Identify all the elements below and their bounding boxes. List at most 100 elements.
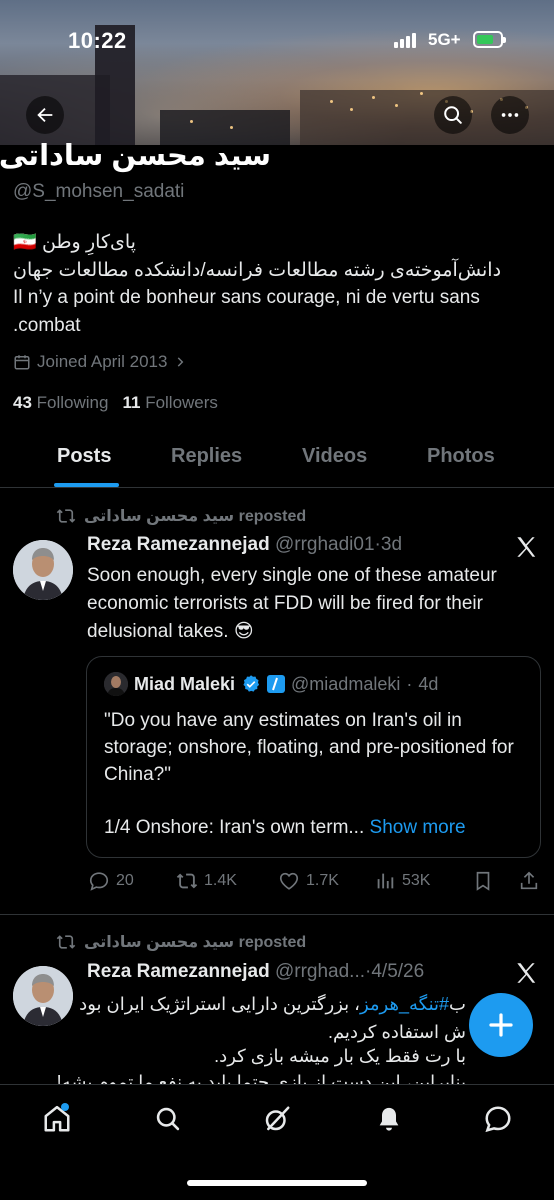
repost-indicator[interactable]: سید محسن ساداتی reposted xyxy=(56,506,306,526)
quote-preview-text: 1/4 Onshore: Iran's own term... xyxy=(104,817,365,838)
bio-line: Il n’y a point de bonheur sans courage, … xyxy=(13,287,480,308)
profile-tabs: Posts Replies Videos Photos xyxy=(0,430,554,488)
reply-button[interactable]: 20 xyxy=(88,870,134,892)
bio-line: 🇮🇷 پای‌کارِ وطن xyxy=(13,230,136,254)
heart-icon xyxy=(279,872,299,890)
repost-label: سید محسن ساداتی reposted xyxy=(84,934,307,951)
plus-icon xyxy=(489,1013,513,1037)
post-actions: 20 1.4K 1.7K 53K xyxy=(88,870,540,898)
joined-label: Joined April 2013 xyxy=(37,352,168,371)
grok-button[interactable] xyxy=(513,960,539,991)
views-button[interactable]: 53K xyxy=(374,870,430,892)
bio-line: دانش‌آموخته‌ی رشته مطالعات فرانسه/دانشکد… xyxy=(13,260,502,281)
arrow-left-icon xyxy=(37,107,53,123)
affiliate-badge-icon xyxy=(267,675,286,693)
repost-label: سید محسن ساداتی reposted xyxy=(84,508,307,525)
view-count: 53K xyxy=(402,872,431,889)
separator: · xyxy=(406,673,413,694)
nav-home[interactable] xyxy=(37,1099,77,1139)
avatar[interactable] xyxy=(13,540,73,600)
post-text: Soon enough, every single one of these a… xyxy=(87,562,497,646)
more-button[interactable] xyxy=(491,96,529,134)
search-button[interactable] xyxy=(434,96,472,134)
views-icon xyxy=(377,873,394,889)
quote-preview: 1/4 Onshore: Iran's own term... Show mor… xyxy=(104,817,466,839)
avatar[interactable] xyxy=(13,966,73,1026)
battery-icon xyxy=(473,31,506,48)
quote-avatar[interactable] xyxy=(104,672,128,696)
followers-label: Followers xyxy=(145,393,218,412)
author-handle: @rrghad... xyxy=(274,961,366,982)
author-name: Reza Ramezannejad xyxy=(87,961,270,982)
calendar-icon xyxy=(14,355,30,370)
quote-time: 4d xyxy=(418,673,439,694)
post-text-line: economic terrorists at FDD will be fired… xyxy=(87,593,483,614)
post-text-line: با رت فقط یک بار میشه بازی کرد. xyxy=(214,1046,466,1066)
quote-author-handle: @miadmaleki xyxy=(291,673,401,694)
grok-icon xyxy=(265,1106,290,1131)
following-count: 43 xyxy=(13,393,32,412)
quote-author: Miad Maleki @miadmaleki · 4d xyxy=(104,672,438,696)
following-link[interactable]: 43 Following xyxy=(13,393,108,413)
signal-icon xyxy=(394,33,416,48)
more-dots-icon xyxy=(501,113,519,117)
search-icon xyxy=(156,1107,180,1131)
post-time: 4/5/26 xyxy=(371,961,425,982)
follow-stats: 43 Following 11 Followers xyxy=(13,393,218,413)
like-count: 1.7K xyxy=(306,872,339,889)
home-indicator xyxy=(187,1180,367,1186)
repost-icon xyxy=(176,873,198,889)
quoted-post[interactable]: Miad Maleki @miadmaleki · 4d "Do you have … xyxy=(86,656,541,858)
grok-button[interactable] xyxy=(513,534,539,565)
followers-link[interactable]: 11 Followers xyxy=(122,393,217,413)
share-button[interactable] xyxy=(518,870,540,892)
nav-notifications[interactable] xyxy=(369,1099,409,1139)
post-author[interactable]: Reza Ramezannejad @rrghad...·4/5/26 xyxy=(87,961,424,983)
verified-badge-icon xyxy=(243,675,260,692)
bookmark-button[interactable] xyxy=(472,870,494,892)
post-text-fragment: ب xyxy=(449,994,466,1014)
network-label: 5G+ xyxy=(428,30,461,49)
like-button[interactable]: 1.7K xyxy=(278,870,339,892)
reply-count: 20 xyxy=(116,872,134,889)
profile-display-name: سید محسن ساداتی xyxy=(0,140,271,172)
following-label: Following xyxy=(36,393,109,412)
post-divider xyxy=(0,914,554,915)
flag-icon: 🇮🇷 xyxy=(13,232,37,253)
post-text-line: بنابراین، این دست از بازی حتما باید به ن… xyxy=(56,1072,466,1084)
back-button[interactable] xyxy=(26,96,64,134)
nav-grok[interactable] xyxy=(257,1099,297,1139)
grok-icon xyxy=(517,537,536,557)
post-author[interactable]: Reza Ramezannejad @rrghadi01·3d xyxy=(87,534,402,556)
show-more-link[interactable]: Show more xyxy=(370,817,466,838)
status-time: 10:22 xyxy=(68,28,127,53)
quote-text: "Do you have any estimates on Iran's oil… xyxy=(104,710,514,785)
bio-text: پای‌کارِ وطن xyxy=(41,232,136,253)
hashtag-link[interactable]: #تنگه_هرمز xyxy=(360,994,449,1014)
repost-icon xyxy=(56,509,76,523)
notification-dot xyxy=(61,1103,69,1111)
tab-posts[interactable]: Posts xyxy=(57,445,111,468)
repost-indicator[interactable]: سید محسن ساداتی reposted xyxy=(56,932,306,952)
nav-messages[interactable] xyxy=(478,1099,518,1139)
bookmark-icon xyxy=(476,871,490,891)
share-icon xyxy=(520,871,538,890)
bio-line: .combat xyxy=(13,315,81,336)
tab-videos[interactable]: Videos xyxy=(302,445,367,468)
chat-icon xyxy=(485,1106,511,1133)
joined-date[interactable]: Joined April 2013 xyxy=(13,352,187,372)
compose-button[interactable] xyxy=(469,993,533,1057)
followers-count: 11 xyxy=(122,393,141,412)
nav-search[interactable] xyxy=(148,1099,188,1139)
post-text-line: delusional takes. xyxy=(87,621,229,642)
post-text-line: Soon enough, every single one of these a… xyxy=(87,565,497,586)
author-name: Reza Ramezannejad xyxy=(87,534,270,555)
quote-author-name: Miad Maleki xyxy=(134,673,236,694)
status-bar: 10:22 5G+ xyxy=(0,0,554,80)
reply-icon xyxy=(89,872,109,891)
repost-button[interactable]: 1.4K xyxy=(176,870,237,892)
tab-photos[interactable]: Photos xyxy=(427,445,495,468)
active-tab-indicator xyxy=(54,483,119,487)
tab-replies[interactable]: Replies xyxy=(171,445,242,468)
repost-icon xyxy=(56,935,76,949)
